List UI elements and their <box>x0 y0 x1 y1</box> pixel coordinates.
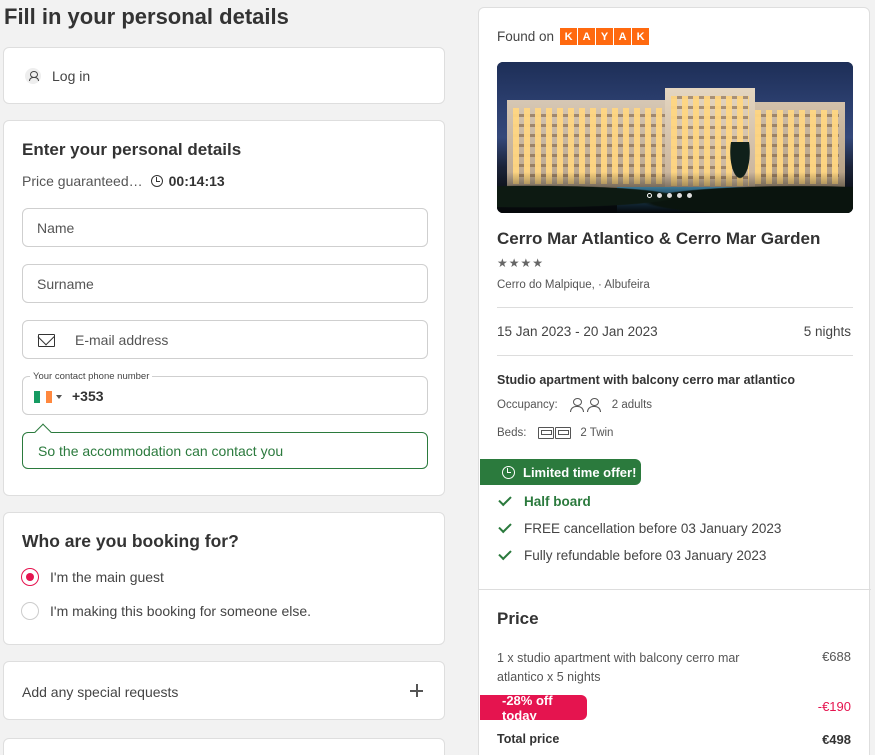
ireland-flag-icon[interactable] <box>34 391 52 403</box>
found-on-label: Found on <box>497 29 555 44</box>
surname-field[interactable] <box>23 265 427 302</box>
countdown-timer: 00:14:13 <box>168 173 225 189</box>
hotel-location: Cerro do Malpique, · Albufeira <box>497 279 650 291</box>
price-line-amount: €688 <box>822 649 851 664</box>
carousel-dots[interactable] <box>647 193 692 198</box>
offer-badge-label: Limited time offer! <box>523 464 637 480</box>
email-field-wrapper <box>22 320 428 359</box>
phone-field-wrapper: Your contact phone number +353 <box>22 371 428 415</box>
check-icon <box>498 492 512 507</box>
login-card[interactable]: Log in <box>3 47 445 104</box>
radio-option-someone-else[interactable]: I'm making this booking for someone else… <box>21 602 311 620</box>
carousel-dot[interactable] <box>657 193 662 198</box>
room-name: Studio apartment with balcony cerro mar … <box>497 373 795 387</box>
check-icon <box>498 546 512 561</box>
discount-amount: -€190 <box>817 699 851 714</box>
discount-badge: -28% off today <box>480 693 587 723</box>
phone-field-label: Your contact phone number <box>30 371 153 382</box>
divider <box>497 307 853 308</box>
phone-dial-code[interactable]: +353 <box>72 388 104 404</box>
price-heading: Price <box>497 609 539 628</box>
clock-icon <box>150 175 163 187</box>
radio-option-main-guest[interactable]: I'm the main guest <box>21 568 164 586</box>
stay-dates: 15 Jan 2023 - 20 Jan 2023 <box>497 324 658 339</box>
bed-icon <box>538 427 555 439</box>
divider <box>497 355 853 356</box>
price-line-item: 1 x studio apartment with balcony cerro … <box>497 651 740 684</box>
price-guarantee: Price guaranteed… 00:14:13 <box>22 173 225 189</box>
login-link[interactable]: Log in <box>52 68 90 84</box>
limited-offer-badge: Limited time offer! <box>480 459 641 485</box>
kayak-letter: A <box>614 28 632 45</box>
occupancy-label: Occupancy: <box>497 399 558 411</box>
kayak-letter: K <box>632 28 650 45</box>
perk-half-board: Half board <box>498 492 591 509</box>
carousel-dot[interactable] <box>677 193 682 198</box>
beds-row: Beds: 2 Twin <box>497 427 613 439</box>
occupancy-row: Occupancy: 2 adults <box>497 398 652 412</box>
radio-label: I'm making this booking for someone else… <box>50 603 312 619</box>
name-field[interactable] <box>23 209 427 246</box>
radio-label: I'm the main guest <box>50 569 164 585</box>
photo-palm <box>725 142 755 192</box>
star-rating: ★★★★ <box>497 256 545 270</box>
bed-icon <box>555 427 572 439</box>
divider <box>479 589 871 590</box>
perk-free-cancellation: FREE cancellation before 03 January 2023 <box>498 519 782 536</box>
section-heading: Enter your personal details <box>22 140 242 159</box>
guarantee-text: Price guaranteed… <box>22 173 143 189</box>
hotel-photo-carousel[interactable] <box>497 62 853 213</box>
radio-button-selected[interactable] <box>21 568 39 586</box>
email-field[interactable] <box>23 321 427 358</box>
name-field-wrapper <box>22 208 428 247</box>
perk-refundable: Fully refundable before 03 January 2023 <box>498 546 767 563</box>
mail-icon <box>38 334 55 347</box>
chevron-down-icon[interactable] <box>56 395 62 399</box>
page-title: Fill in your personal details <box>4 4 289 29</box>
kayak-letter: Y <box>596 28 614 45</box>
occupancy-value: 2 adults <box>611 399 653 411</box>
booking-for-card: Who are you booking for? I'm the main gu… <box>3 512 445 645</box>
perk-label: Half board <box>524 494 591 509</box>
perk-label: Fully refundable before 03 January 2023 <box>524 548 767 563</box>
stay-nights: 5 nights <box>803 324 851 339</box>
check-icon <box>498 519 512 534</box>
clock-icon <box>502 465 515 479</box>
booking-summary-card: Found on K A Y A K Cerro Mar Atlantico &… <box>478 7 871 755</box>
user-icon <box>25 68 41 84</box>
surname-field-wrapper <box>22 264 428 303</box>
hotel-name: Cerro Mar Atlantico & Cerro Mar Garden <box>497 229 821 248</box>
plus-icon[interactable] <box>410 684 423 697</box>
phone-hint-tooltip: So the accommodation can contact you <box>22 432 428 469</box>
carousel-dot-active[interactable] <box>647 193 652 198</box>
found-on: Found on K A Y A K <box>497 28 650 45</box>
beds-value: 2 Twin <box>580 427 614 439</box>
total-price-amount: €498 <box>822 732 851 747</box>
carousel-dot[interactable] <box>667 193 672 198</box>
personal-details-card: Enter your personal details Price guaran… <box>3 120 445 496</box>
special-requests-accordion[interactable]: Add any special requests <box>3 661 445 720</box>
perk-label: FREE cancellation before 03 January 2023 <box>524 521 782 536</box>
next-section-card <box>3 738 445 755</box>
flag-stripe-orange <box>46 391 52 403</box>
beds-label: Beds: <box>497 427 527 439</box>
kayak-logo: K A Y A K <box>560 28 650 45</box>
kayak-letter: A <box>578 28 596 45</box>
radio-button[interactable] <box>21 602 39 620</box>
person-icon <box>569 398 584 412</box>
carousel-dot[interactable] <box>687 193 692 198</box>
special-requests-label: Add any special requests <box>22 684 179 700</box>
booking-for-heading: Who are you booking for? <box>22 531 239 551</box>
total-price-label: Total price <box>497 732 560 746</box>
person-icon <box>586 398 601 412</box>
kayak-letter: K <box>560 28 578 45</box>
